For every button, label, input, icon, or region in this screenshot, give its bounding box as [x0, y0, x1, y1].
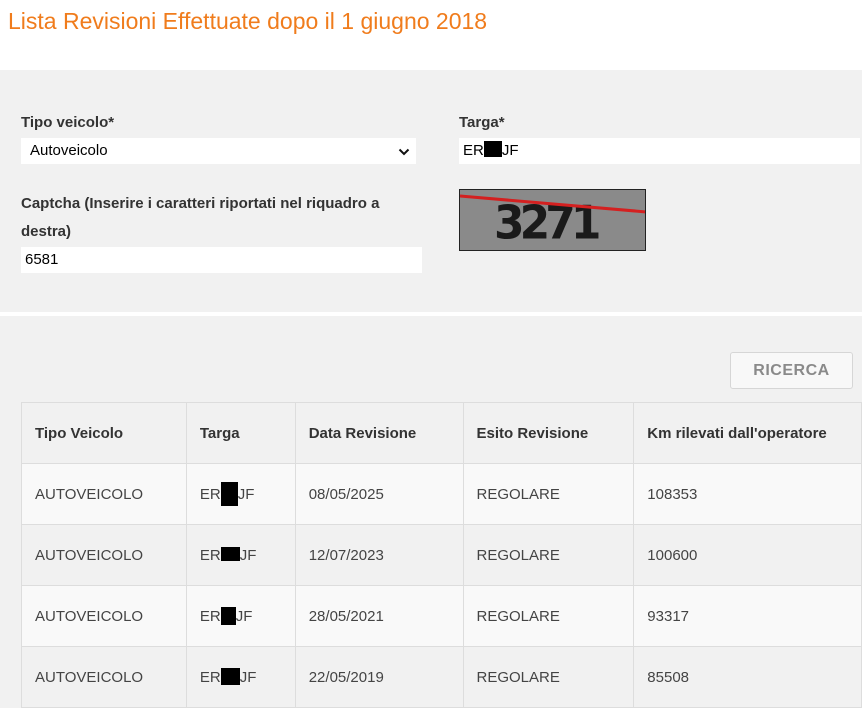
- cell-targa: ER JF: [185, 646, 296, 708]
- captcha-input[interactable]: 6581: [21, 247, 422, 273]
- targa-suffix: JF: [239, 669, 257, 686]
- column-header-esito-revisione: Esito Revisione: [462, 402, 635, 464]
- captcha-label: Captcha (Inserire i caratteri riportati …: [21, 195, 380, 240]
- cell-esito-revisione: REGOLARE: [462, 585, 635, 647]
- column-header-tipo-veicolo: Tipo Veicolo: [21, 402, 187, 464]
- cell-data-revisione: 28/05/2021: [294, 585, 464, 647]
- cell-targa: ER JF: [185, 463, 296, 525]
- cell-data-revisione: 08/05/2025: [294, 463, 464, 525]
- vehicle-type-select[interactable]: Autoveicolo: [21, 138, 416, 164]
- cell-tipo-veicolo: AUTOVEICOLO: [21, 463, 187, 525]
- redaction-block: [220, 546, 240, 561]
- captcha-image: 3271: [459, 189, 646, 251]
- plate-value-suffix: JF: [501, 142, 519, 159]
- redaction-block: [220, 607, 236, 625]
- targa-prefix: ER: [199, 486, 221, 503]
- plate-value-prefix: ER: [463, 142, 484, 159]
- table-row: AUTOVEICOLO ER JF 12/07/2023 REGOLARE 100…: [21, 524, 862, 586]
- cell-tipo-veicolo: AUTOVEICOLO: [21, 524, 187, 586]
- plate-label: Targa*: [459, 114, 505, 131]
- cell-esito-revisione: REGOLARE: [462, 463, 635, 525]
- cell-km-rilevati: 93317: [633, 585, 862, 647]
- chevron-down-icon: [398, 148, 410, 156]
- cell-tipo-veicolo: AUTOVEICOLO: [21, 646, 187, 708]
- cell-tipo-veicolo: AUTOVEICOLO: [21, 585, 187, 647]
- redaction-block: [220, 482, 238, 506]
- column-header-targa: Targa: [185, 402, 296, 464]
- cell-esito-revisione: REGOLARE: [462, 524, 635, 586]
- table-row: AUTOVEICOLO ER JF 22/05/2019 REGOLARE 855…: [21, 646, 862, 708]
- page-title: Lista Revisioni Effettuate dopo il 1 giu…: [8, 8, 488, 34]
- redaction-block: [483, 141, 502, 157]
- cell-data-revisione: 22/05/2019: [294, 646, 464, 708]
- cell-data-revisione: 12/07/2023: [294, 524, 464, 586]
- column-header-km-rilevati: Km rilevati dall'operatore: [633, 402, 862, 464]
- column-header-data-revisione: Data Revisione: [294, 402, 464, 464]
- cell-km-rilevati: 108353: [633, 463, 862, 525]
- targa-prefix: ER: [199, 608, 221, 625]
- vehicle-type-selected-value: Autoveicolo: [30, 142, 108, 159]
- vehicle-type-label: Tipo veicolo*: [21, 114, 115, 131]
- cell-targa: ER JF: [185, 585, 296, 647]
- table-row: AUTOVEICOLO ER JF 28/05/2021 REGOLARE 933…: [21, 585, 862, 647]
- targa-prefix: ER: [199, 546, 221, 564]
- cell-km-rilevati: 85508: [633, 646, 862, 708]
- table-row: AUTOVEICOLO ER JF 08/05/2025 REGOLARE 108…: [21, 463, 862, 525]
- table-header-row: Tipo Veicolo Targa Data Revisione Esito …: [21, 402, 862, 464]
- cell-esito-revisione: REGOLARE: [462, 646, 635, 708]
- targa-prefix: ER: [199, 669, 221, 686]
- captcha-graphic: 3271: [460, 194, 645, 250]
- cell-km-rilevati: 100600: [633, 524, 862, 586]
- cell-targa: ER JF: [185, 524, 296, 586]
- search-button[interactable]: RICERCA: [730, 352, 853, 389]
- plate-input[interactable]: ER JF: [459, 138, 860, 164]
- targa-suffix: JF: [235, 608, 253, 625]
- results-table: Tipo Veicolo Targa Data Revisione Esito …: [21, 402, 862, 708]
- targa-suffix: JF: [239, 546, 257, 564]
- targa-suffix: JF: [237, 486, 255, 503]
- redaction-block: [220, 668, 240, 685]
